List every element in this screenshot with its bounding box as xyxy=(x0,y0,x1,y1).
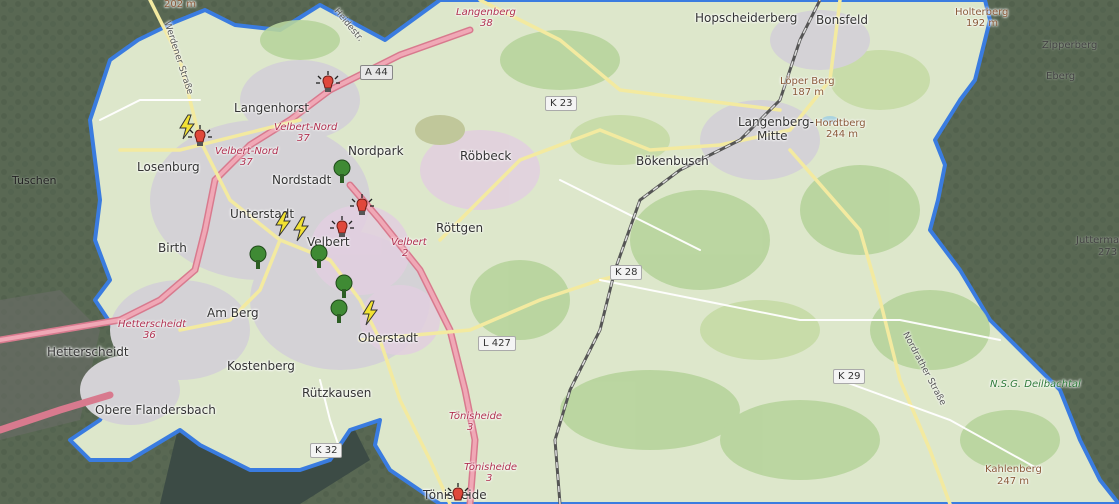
tree-marker[interactable] xyxy=(329,158,355,184)
lightbulb-icon xyxy=(316,71,340,92)
junction-velbert-name: Velbert xyxy=(391,237,427,248)
lightning-marker[interactable] xyxy=(357,300,383,326)
lightbulb-icon xyxy=(330,216,354,237)
place-am-berg: Am Berg xyxy=(207,306,259,320)
peak-juttermann-elevation: 273 xyxy=(1098,247,1118,258)
lightbulb-marker[interactable] xyxy=(329,215,355,241)
junction-langenberg-name: Langenberg xyxy=(456,7,516,18)
junction-hetterscheidt-name: Hetterscheidt xyxy=(118,319,187,330)
lightning-marker[interactable] xyxy=(288,216,314,242)
lightbulb-icon xyxy=(446,483,470,501)
place-kostenberg: Kostenberg xyxy=(227,359,295,373)
road-shield-k23: K 23 xyxy=(545,96,578,111)
place-oberstadt: Oberstadt xyxy=(358,331,419,345)
place-rottgen: Röttgen xyxy=(436,221,484,235)
place-langenberg-mitte-1: Langenberg- xyxy=(738,115,814,129)
peak-kahlenberg-elevation: 247 m xyxy=(997,476,1030,487)
tree-marker[interactable] xyxy=(306,243,332,269)
place-obere-flandersbach: Obere Flandersbach xyxy=(95,403,216,417)
place-tuschen: Tuschen xyxy=(12,174,57,187)
junction-velbert-nord-2-name: Velbert-Nord xyxy=(215,146,279,157)
lightning-icon xyxy=(362,300,378,326)
place-langenhorst: Langenhorst xyxy=(234,101,310,115)
place-eberg: Eberg xyxy=(1046,71,1076,82)
road-shield-k32: K 32 xyxy=(310,443,343,458)
nature-reserve-label: N.S.G. Deilbachtal xyxy=(990,379,1081,390)
place-bokenbusch: Bökenbusch xyxy=(636,154,709,168)
place-langenberg-mitte-2: Mitte xyxy=(757,129,788,143)
tree-marker[interactable] xyxy=(326,298,352,324)
lightbulb-marker[interactable] xyxy=(445,482,471,504)
junction-hetterscheidt-number: 36 xyxy=(143,330,156,341)
peak-holterberg-elevation: 192 m xyxy=(966,18,999,29)
junction-velbert-nord-1-number: 37 xyxy=(297,133,310,144)
place-zipperberg: Zipperberg xyxy=(1042,40,1098,51)
road-shield-k28: K 28 xyxy=(610,265,643,280)
lightbulb-marker[interactable] xyxy=(315,70,341,96)
place-rutzkausen: Rützkausen xyxy=(302,386,372,400)
tree-icon xyxy=(249,245,267,269)
tree-icon xyxy=(330,299,348,323)
tree-icon xyxy=(335,274,353,298)
junction-tonisheide-b-name: Tönisheide xyxy=(464,462,518,473)
tree-icon xyxy=(310,244,328,268)
junction-tonisheide-a-number: 3 xyxy=(467,422,474,433)
lightning-marker[interactable] xyxy=(174,114,200,140)
lightning-icon xyxy=(293,216,309,242)
place-bonsfeld: Bonsfeld xyxy=(816,13,868,27)
place-birth: Birth xyxy=(158,241,187,255)
lightning-icon xyxy=(179,114,195,140)
junction-langenberg-number: 38 xyxy=(480,18,493,29)
road-shield-a44: A 44 xyxy=(360,65,393,80)
road-shield-k29: K 29 xyxy=(833,369,866,384)
tree-marker[interactable] xyxy=(245,244,271,270)
road-shield-l427: L 427 xyxy=(478,336,516,351)
peak-loper-elevation: 187 m xyxy=(792,87,825,98)
map-view[interactable]: Hopscheiderberg Bonsfeld Langenhorst Los… xyxy=(0,0,1119,504)
place-hetterscheidt: Hetterscheidt xyxy=(47,345,129,359)
tree-marker[interactable] xyxy=(331,273,357,299)
place-nordstadt: Nordstadt xyxy=(272,173,332,187)
place-robbeck: Röbbeck xyxy=(460,149,512,163)
place-nordpark: Nordpark xyxy=(348,144,404,158)
junction-velbert-nord-2-number: 37 xyxy=(240,157,253,168)
tree-icon xyxy=(333,159,351,183)
junction-velbert-number: 2 xyxy=(402,248,409,259)
peak-hordtberg-elevation: 244 m xyxy=(826,129,859,140)
place-losenburg: Losenburg xyxy=(137,160,200,174)
place-hopscheiderberg: Hopscheiderberg xyxy=(695,11,798,25)
junction-tonisheide-b-number: 3 xyxy=(486,473,493,484)
peak-top-elevation: 202 m xyxy=(164,0,197,10)
junction-tonisheide-a-name: Tönisheide xyxy=(449,411,503,422)
junction-velbert-nord-1-name: Velbert-Nord xyxy=(274,122,338,133)
